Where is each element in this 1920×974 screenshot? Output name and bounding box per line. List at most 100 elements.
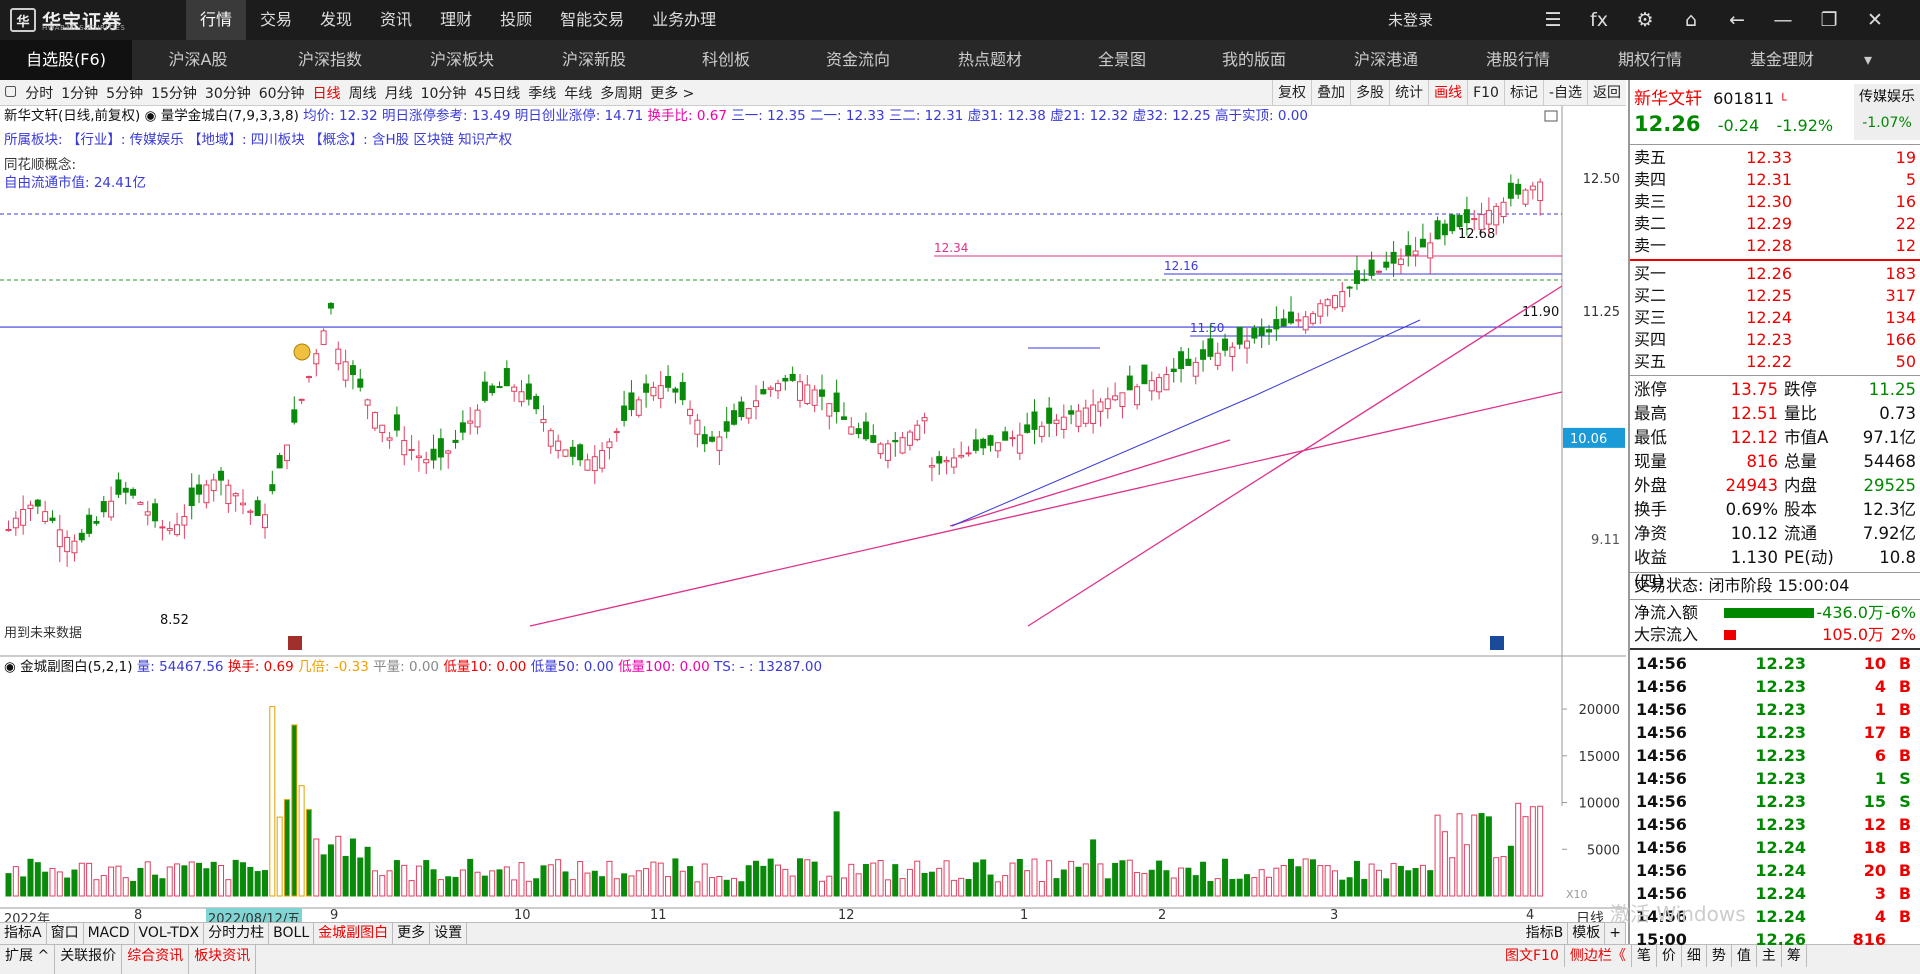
info-tab-1[interactable]: 关联报价 (55, 945, 123, 974)
indicator-tab-2[interactable]: MACD (84, 923, 135, 944)
volume-bar (811, 861, 818, 897)
nav-tab-7[interactable]: 热点题材 (924, 40, 1056, 80)
period-12[interactable]: 季线 (524, 83, 560, 103)
nav-tab-2[interactable]: 沪深指数 (264, 40, 396, 80)
tool-btn-7[interactable]: -自选 (1542, 80, 1587, 106)
nav-dropdown-icon[interactable]: ▾ (1848, 40, 1888, 80)
menu-7[interactable]: 业务办理 (638, 0, 730, 40)
info-tab-0[interactable]: 扩展 ^ (0, 945, 56, 974)
indicator-tab-5[interactable]: BOLL (269, 923, 315, 944)
chart-area[interactable]: 12.50 11.25 9.11 10.06 12.34 12.16 11.50 11.90 1… (0, 106, 1626, 927)
login-status[interactable]: 未登录 (1388, 0, 1433, 40)
menu-4[interactable]: 理财 (426, 0, 486, 40)
period-3[interactable]: 5分钟 (102, 83, 147, 103)
volume-bar (1537, 805, 1544, 897)
menu-3[interactable]: 资讯 (366, 0, 426, 40)
indicator-tab-1[interactable]: 窗口 (47, 923, 84, 944)
nav-tab-11[interactable]: 港股行情 (1452, 40, 1584, 80)
tool-btn-1[interactable]: 叠加 (1311, 80, 1350, 106)
tool-btn-0[interactable]: 复权 (1272, 80, 1311, 106)
indicator-right-0[interactable]: 指标B (1522, 923, 1569, 944)
period-list: ▢ 分时 1分钟 5分钟 15分钟 30分钟 60分钟 日线 周线 月线 10分钟 45日线 季线 年线多… (0, 83, 698, 103)
nav-tab-0[interactable]: 自选股(F6) (0, 40, 132, 80)
nav-tab-4[interactable]: 沪深新股 (528, 40, 660, 80)
tool-btn-2[interactable]: 多股 (1350, 80, 1389, 106)
chart-settings-icon[interactable] (1544, 110, 1558, 122)
side-tab-0[interactable]: 图文F10 (1500, 945, 1565, 967)
money-bag-icon[interactable] (293, 343, 311, 361)
fx-icon[interactable]: fx (1576, 0, 1622, 40)
indicator-tab-7[interactable]: 更多 (393, 923, 431, 944)
period-15[interactable]: 更多 > (646, 83, 698, 103)
menu-0[interactable]: 行情 (186, 0, 247, 40)
gear-icon[interactable]: ⚙ (1622, 0, 1668, 40)
candle (130, 489, 137, 496)
tool-btn-5[interactable]: F10 (1467, 80, 1504, 106)
stat-cell: 股本 (1784, 500, 1817, 519)
period-10[interactable]: 10分钟 (417, 83, 471, 103)
indicator-toggle-icon[interactable]: ◉ (145, 108, 157, 124)
indicator-tab-0[interactable]: 指标A (0, 923, 47, 944)
sector-box[interactable]: 传媒娱乐 -1.07% (1854, 84, 1920, 140)
volume-bar (254, 871, 261, 897)
volume-bar (1207, 881, 1214, 897)
volume-bar (247, 866, 254, 897)
indicator-tab-3[interactable]: VOL-TDX (135, 923, 205, 944)
nav-tab-6[interactable]: 资金流向 (792, 40, 924, 80)
period-8[interactable]: 周线 (345, 83, 381, 103)
tool-btn-3[interactable]: 统计 (1389, 80, 1428, 106)
minimize-icon[interactable]: — (1760, 0, 1806, 40)
side-tab-1[interactable]: 侧边栏《 (1565, 945, 1632, 967)
kline-chart[interactable]: 12.5011.259.1110.0612.3412.1611.5011.901… (0, 106, 1626, 922)
period-7[interactable]: 日线 (309, 83, 345, 103)
nav-tab-13[interactable]: 基金理财 (1716, 40, 1848, 80)
indicator-tab-4[interactable]: 分时力柱 (204, 923, 270, 944)
tool-btn-4[interactable]: 画线 (1428, 80, 1467, 106)
nav-tab-5[interactable]: 科创板 (660, 40, 792, 80)
period-1[interactable]: 分时 (21, 83, 57, 103)
back-icon[interactable]: ← (1714, 0, 1760, 40)
restore-icon[interactable]: ❐ (1806, 0, 1852, 40)
indicator-right-1[interactable]: 模板 (1568, 923, 1606, 944)
tick-time: 14:56 (1636, 700, 1687, 719)
indicator-tab-8[interactable]: 设置 (430, 923, 468, 944)
period-13[interactable]: 年线 (560, 83, 596, 103)
tick-volume: 6 (1874, 746, 1886, 765)
nav-tab-3[interactable]: 沪深板块 (396, 40, 528, 80)
sub-toggle-icon[interactable]: ◉ (4, 659, 16, 675)
period-0[interactable]: ▢ (0, 83, 21, 103)
close-icon[interactable]: ✕ (1852, 0, 1898, 40)
nav-tab-10[interactable]: 沪深港通 (1320, 40, 1452, 80)
menu-2[interactable]: 发现 (306, 0, 366, 40)
sector-line[interactable]: 所属板块: 【行业】: 传媒娱乐 【地域】: 四川板块 【概念】: 含H股 区块… (4, 128, 512, 148)
period-4[interactable]: 15分钟 (147, 83, 201, 103)
nav-tab-1[interactable]: 沪深A股 (132, 40, 264, 80)
menu-1[interactable]: 交易 (246, 0, 306, 40)
period-2[interactable]: 1分钟 (57, 83, 102, 103)
shirt-icon[interactable]: ⌂ (1668, 0, 1714, 40)
book-label: 买二 (1634, 286, 1667, 305)
block-inflow-row: 大宗流入 105.0万 2% (1630, 624, 1920, 646)
candle (1266, 329, 1273, 333)
list-icon[interactable]: ☰ (1530, 0, 1576, 40)
indicator-tab-6[interactable]: 金城副图白 (314, 923, 394, 944)
info-tab-2[interactable]: 综合资讯 (122, 945, 190, 974)
period-14[interactable]: 多周期 (596, 83, 646, 103)
volume-bar (1456, 813, 1463, 897)
period-6[interactable]: 60分钟 (255, 83, 309, 103)
period-11[interactable]: 45日线 (470, 83, 524, 103)
indicator-right-2[interactable]: + (1605, 923, 1626, 944)
period-9[interactable]: 月线 (381, 83, 417, 103)
candle (562, 449, 569, 457)
menu-6[interactable]: 智能交易 (546, 0, 638, 40)
nav-tab-9[interactable]: 我的版面 (1188, 40, 1320, 80)
period-5[interactable]: 30分钟 (201, 83, 255, 103)
tick-list[interactable]: 14:56 12.23 10 B 14:56 12.23 4 B 14:56 12.23 1 B 14:… (1630, 652, 1920, 951)
nav-tab-12[interactable]: 期权行情 (1584, 40, 1716, 80)
tool-btn-8[interactable]: 返回 (1587, 80, 1626, 106)
volume-bar (936, 867, 943, 897)
menu-5[interactable]: 投顾 (486, 0, 546, 40)
nav-tab-8[interactable]: 全景图 (1056, 40, 1188, 80)
tool-btn-6[interactable]: 标记 (1503, 80, 1543, 106)
info-tab-3[interactable]: 板块资讯 (189, 945, 257, 974)
